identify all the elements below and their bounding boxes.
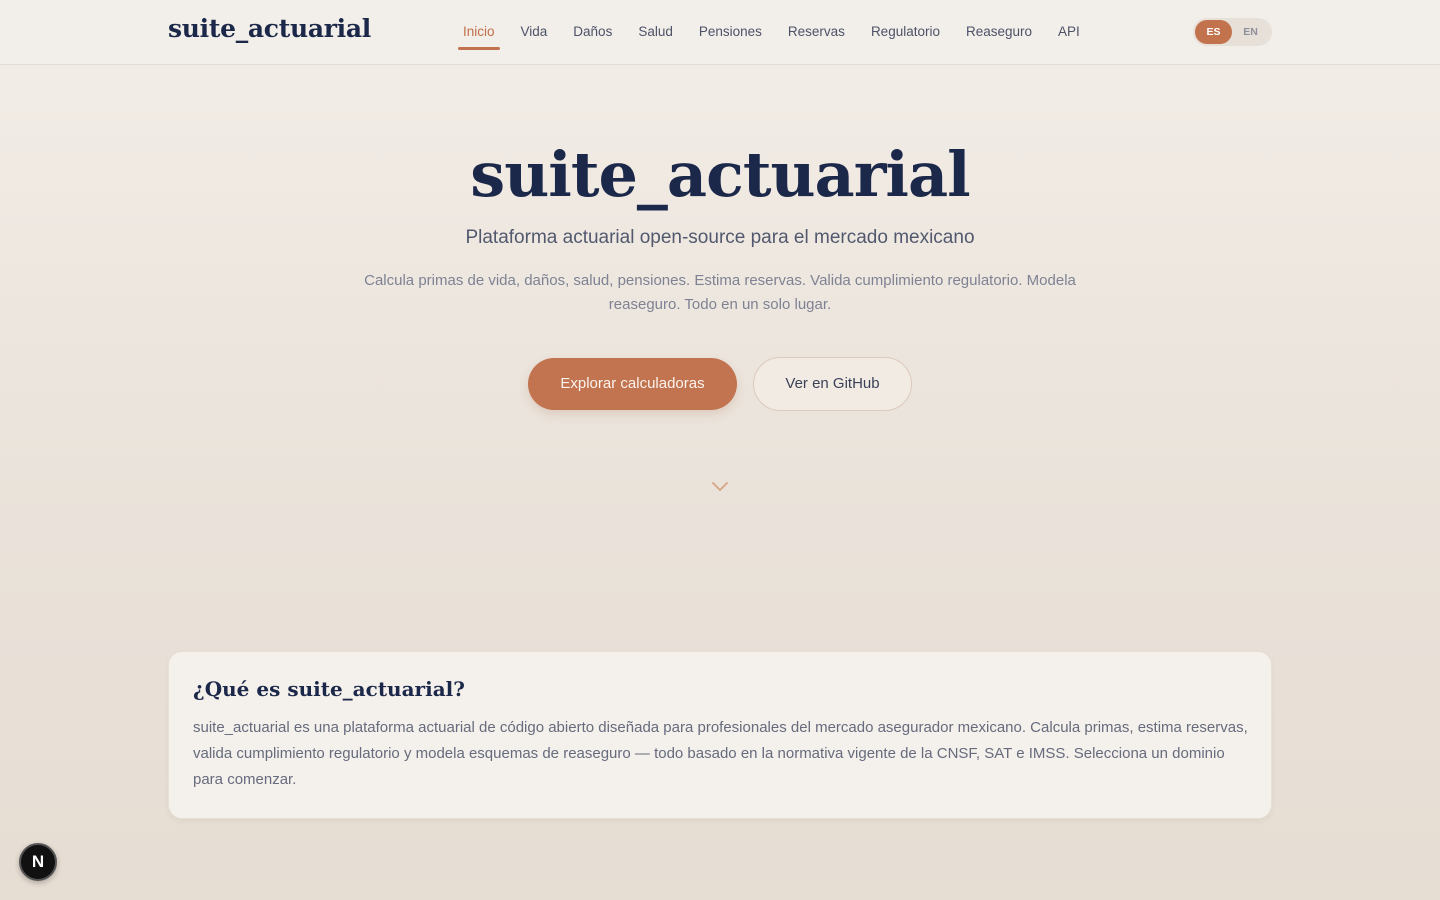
lang-es-button[interactable]: ES [1195, 20, 1232, 44]
nav-item-pensiones[interactable]: Pensiones [686, 0, 775, 64]
nextjs-logo-icon[interactable]: N [19, 843, 57, 881]
lang-en-button[interactable]: EN [1232, 20, 1269, 44]
github-button[interactable]: Ver en GitHub [753, 357, 912, 411]
nav-item-vida[interactable]: Vida [508, 0, 561, 64]
chevron-down-icon[interactable] [710, 478, 730, 494]
top-navbar: suite_actuarial Inicio Vida Daños Salud … [0, 0, 1440, 65]
language-toggle: ES EN [1193, 18, 1272, 46]
nav-item-regulatorio[interactable]: Regulatorio [858, 0, 953, 64]
brand-logo[interactable]: suite_actuarial [168, 14, 371, 43]
nav-item-reservas[interactable]: Reservas [775, 0, 858, 64]
nav-item-inicio[interactable]: Inicio [450, 0, 508, 64]
hero-title: suite_actuarial [470, 138, 970, 211]
about-title: ¿Qué es suite_actuarial? [193, 677, 465, 701]
about-text: suite_actuarial es una plataforma actuar… [193, 719, 1248, 788]
hero-description: Calcula primas de vida, daños, salud, pe… [364, 272, 1076, 313]
nav-item-api[interactable]: API [1045, 0, 1093, 64]
nav-item-reaseguro[interactable]: Reaseguro [953, 0, 1045, 64]
explore-calculators-button[interactable]: Explorar calculadoras [528, 358, 737, 410]
hero-subtitle: Plataforma actuarial open-source para el… [465, 227, 975, 248]
main-nav: Inicio Vida Daños Salud Pensiones Reserv… [450, 0, 1093, 64]
nav-item-salud[interactable]: Salud [625, 0, 686, 64]
nav-item-danos[interactable]: Daños [560, 0, 625, 64]
about-card: ¿Qué es suite_actuarial? suite_actuarial… [168, 651, 1272, 819]
